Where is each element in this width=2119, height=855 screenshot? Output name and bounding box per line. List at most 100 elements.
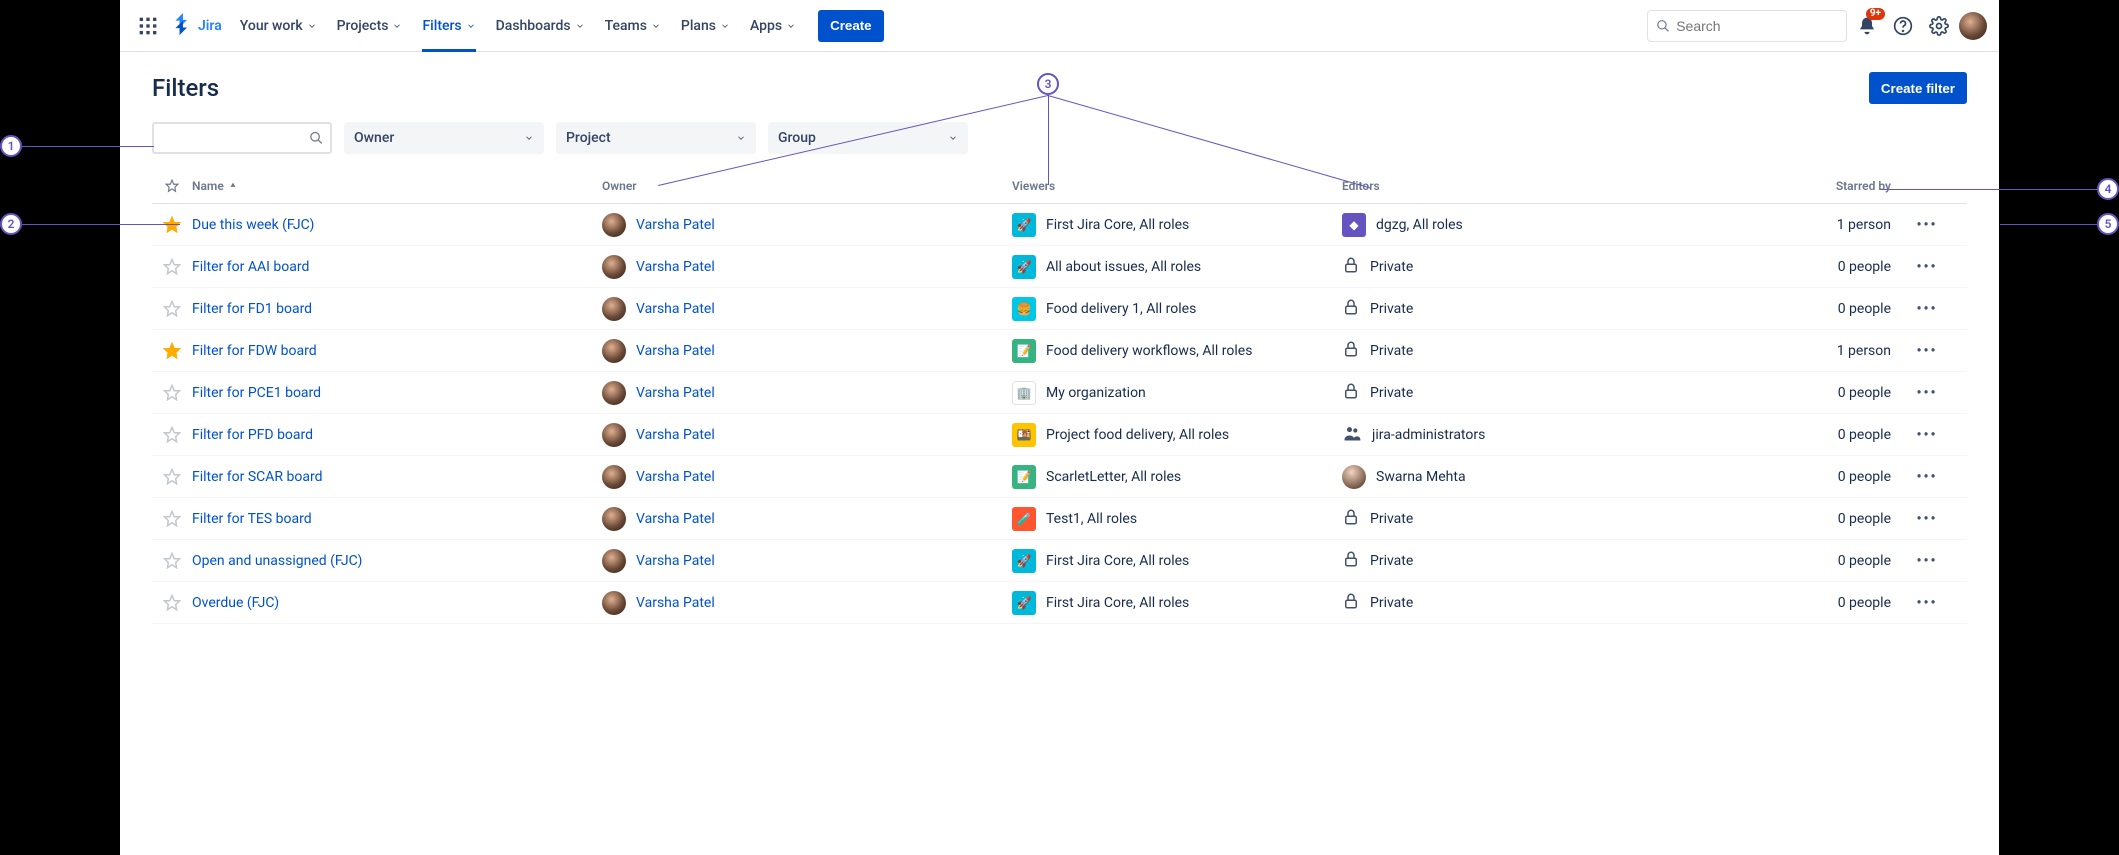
star-toggle[interactable] — [152, 384, 192, 402]
viewers-text: Test1, All roles — [1046, 511, 1137, 527]
nav-dashboards[interactable]: Dashboards — [486, 0, 595, 52]
filter-name-link[interactable]: Overdue (FJC) — [192, 595, 279, 611]
filter-name-link[interactable]: Filter for SCAR board — [192, 469, 322, 485]
nav-plans[interactable]: Plans — [671, 0, 740, 52]
owner-link[interactable]: Varsha Patel — [636, 595, 715, 611]
table-row: Overdue (FJC)Varsha Patel🚀First Jira Cor… — [152, 582, 1967, 624]
search-icon — [309, 130, 324, 146]
lock-icon — [1342, 550, 1360, 572]
row-more-button[interactable]: ••• — [1916, 217, 1937, 233]
filter-name-link[interactable]: Filter for FD1 board — [192, 301, 312, 317]
nav-apps[interactable]: Apps — [740, 0, 806, 52]
table-row: Open and unassigned (FJC)Varsha Patel🚀Fi… — [152, 540, 1967, 582]
filter-name-link[interactable]: Filter for PFD board — [192, 427, 313, 443]
star-toggle[interactable] — [152, 594, 192, 612]
app-switcher-icon[interactable] — [132, 10, 164, 42]
owner-link[interactable]: Varsha Patel — [636, 343, 715, 359]
column-editors[interactable]: Editors — [1342, 179, 1677, 193]
column-owner[interactable]: Owner — [602, 179, 1012, 193]
callout-line — [22, 146, 154, 147]
filter-name-link[interactable]: Filter for FDW board — [192, 343, 317, 359]
product-name: Jira — [198, 18, 222, 34]
lock-icon — [1342, 382, 1360, 404]
owner-link[interactable]: Varsha Patel — [636, 469, 715, 485]
column-name[interactable]: Name — [192, 179, 602, 193]
chevron-down-icon — [466, 21, 476, 31]
star-toggle[interactable] — [152, 552, 192, 570]
owner-avatar — [602, 507, 626, 531]
filter-search-input[interactable] — [160, 130, 309, 146]
column-starred[interactable]: Starred by — [1677, 179, 1897, 193]
nav-item-label: Projects — [337, 18, 389, 34]
table-row: Filter for TES boardVarsha Patel🧪Test1, … — [152, 498, 1967, 540]
notifications-button[interactable]: 9+ — [1851, 10, 1883, 42]
callout-3: 3 — [1037, 73, 1059, 95]
owner-link[interactable]: Varsha Patel — [636, 259, 715, 275]
row-more-button[interactable]: ••• — [1916, 385, 1937, 401]
row-more-button[interactable]: ••• — [1916, 469, 1937, 485]
group-dropdown[interactable]: Group — [768, 122, 968, 154]
star-toggle[interactable] — [152, 426, 192, 444]
column-viewers[interactable]: Viewers — [1012, 179, 1342, 193]
table-row: Filter for PCE1 boardVarsha Patel🏢My org… — [152, 372, 1967, 414]
profile-avatar[interactable] — [1959, 12, 1987, 40]
filter-name-link[interactable]: Filter for PCE1 board — [192, 385, 321, 401]
editors-text: Private — [1370, 595, 1413, 611]
star-toggle[interactable] — [152, 342, 192, 360]
star-toggle[interactable] — [152, 468, 192, 486]
help-button[interactable] — [1887, 10, 1919, 42]
row-more-button[interactable]: ••• — [1916, 511, 1937, 527]
filter-name-link[interactable]: Due this week (FJC) — [192, 217, 314, 233]
chevron-down-icon — [524, 133, 534, 143]
owner-dropdown[interactable]: Owner — [344, 122, 544, 154]
editors-text: Private — [1370, 553, 1413, 569]
filter-name-link[interactable]: Filter for TES board — [192, 511, 312, 527]
nav-projects[interactable]: Projects — [327, 0, 413, 52]
chevron-down-icon — [736, 133, 746, 143]
row-more-button[interactable]: ••• — [1916, 343, 1937, 359]
project-dropdown[interactable]: Project — [556, 122, 756, 154]
nav-your-work[interactable]: Your work — [230, 0, 327, 52]
chevron-down-icon — [948, 133, 958, 143]
nav-teams[interactable]: Teams — [595, 0, 671, 52]
jira-logo[interactable]: Jira — [164, 13, 230, 39]
viewer-project-icon: 🏢 — [1012, 381, 1036, 405]
viewers-text: ScarletLetter, All roles — [1046, 469, 1181, 485]
row-more-button[interactable]: ••• — [1916, 427, 1937, 443]
star-toggle[interactable] — [152, 300, 192, 318]
owner-link[interactable]: Varsha Patel — [636, 385, 715, 401]
create-button[interactable]: Create — [818, 10, 884, 42]
callout-2: 2 — [0, 213, 22, 235]
filter-search[interactable] — [152, 122, 332, 154]
star-toggle[interactable] — [152, 510, 192, 528]
viewer-project-icon: 🚀 — [1012, 255, 1036, 279]
lock-icon — [1342, 508, 1360, 530]
table-row: Filter for AAI boardVarsha Patel🚀All abo… — [152, 246, 1967, 288]
owner-link[interactable]: Varsha Patel — [636, 217, 715, 233]
nav-filters[interactable]: Filters — [412, 0, 485, 52]
editors-text: Swarna Mehta — [1376, 469, 1466, 485]
starred-by-count: 0 people — [1677, 469, 1897, 485]
star-toggle[interactable] — [152, 258, 192, 276]
global-search-input[interactable] — [1676, 18, 1838, 34]
create-filter-button[interactable]: Create filter — [1869, 72, 1967, 104]
starred-by-count: 0 people — [1677, 301, 1897, 317]
row-more-button[interactable]: ••• — [1916, 259, 1937, 275]
row-more-button[interactable]: ••• — [1916, 301, 1937, 317]
owner-link[interactable]: Varsha Patel — [636, 301, 715, 317]
owner-link[interactable]: Varsha Patel — [636, 427, 715, 443]
viewer-project-icon: 🚀 — [1012, 213, 1036, 237]
notification-badge: 9+ — [1866, 8, 1885, 20]
column-star[interactable] — [152, 179, 192, 193]
global-search[interactable] — [1647, 10, 1847, 42]
row-more-button[interactable]: ••• — [1916, 553, 1937, 569]
filter-name-link[interactable]: Filter for AAI board — [192, 259, 309, 275]
search-icon — [1656, 18, 1670, 34]
editors-text: Private — [1370, 301, 1413, 317]
owner-link[interactable]: Varsha Patel — [636, 553, 715, 569]
sort-asc-icon — [228, 181, 238, 191]
filter-name-link[interactable]: Open and unassigned (FJC) — [192, 553, 362, 569]
row-more-button[interactable]: ••• — [1916, 595, 1937, 611]
settings-button[interactable] — [1923, 10, 1955, 42]
owner-link[interactable]: Varsha Patel — [636, 511, 715, 527]
